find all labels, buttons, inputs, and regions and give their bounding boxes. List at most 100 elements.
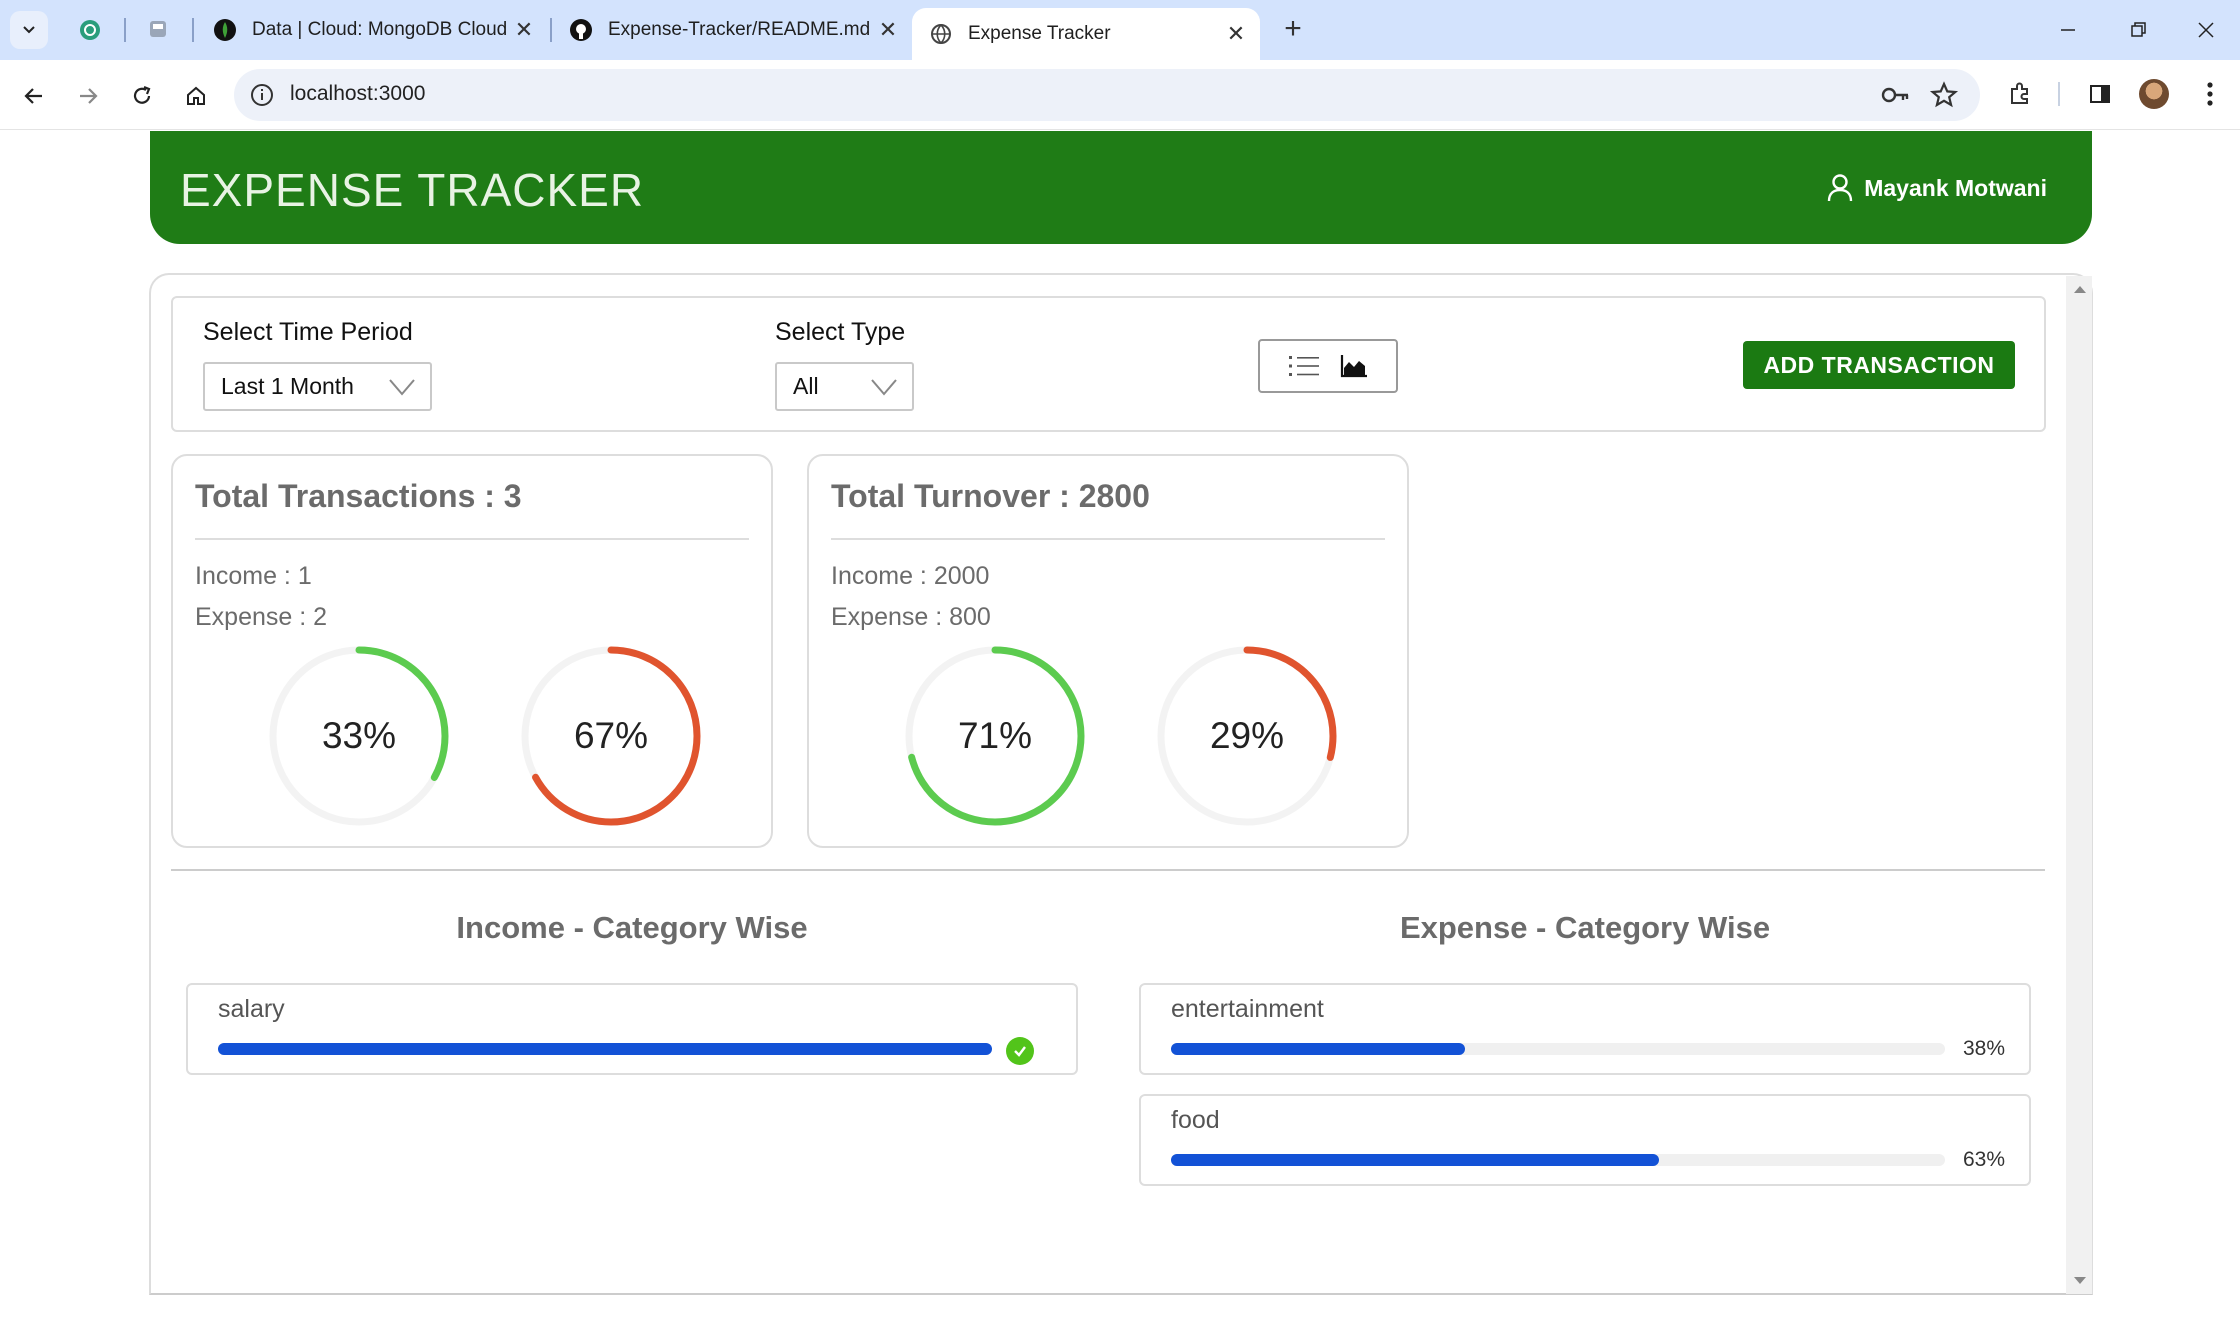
reload-button[interactable] <box>122 76 162 116</box>
filters-bar: Select Time Period Last 1 Month Select T… <box>171 296 2046 432</box>
close-icon[interactable]: ✕ <box>874 17 902 43</box>
close-icon[interactable]: ✕ <box>1222 21 1250 47</box>
chevron-down-icon <box>871 379 897 396</box>
income-count-ring: 33% <box>267 644 451 828</box>
progress-percent: 38% <box>1962 1037 2005 1060</box>
side-panel-icon <box>2090 85 2110 103</box>
card-divider <box>195 538 749 540</box>
pinned-tab-2[interactable] <box>142 14 174 46</box>
key-icon[interactable] <box>1880 81 1912 109</box>
total-turnover-title: Total Turnover : 2800 <box>831 478 1150 514</box>
scroll-down-arrow-icon[interactable] <box>2074 1277 2086 1284</box>
total-turnover-card: Total Turnover : 2800 Income : 2000 Expe… <box>807 454 1409 848</box>
expense-amount: Expense : 800 <box>831 603 991 631</box>
scroll-up-arrow-icon[interactable] <box>2074 286 2086 293</box>
site-info-icon[interactable] <box>248 81 276 109</box>
type-label: Select Type <box>775 318 906 346</box>
tab-mongodb[interactable]: Data | Cloud: MongoDB Cloud ✕ <box>196 8 548 52</box>
income-count: Income : 1 <box>195 562 312 590</box>
profile-button[interactable] <box>2134 74 2174 114</box>
star-icon[interactable] <box>1928 81 1960 109</box>
github-icon <box>568 17 594 43</box>
minimize-icon <box>2061 29 2075 31</box>
user-name: Mayank Motwani <box>1864 174 2047 201</box>
progress-track <box>1171 1154 1945 1166</box>
progress-fill <box>218 1043 992 1055</box>
home-button[interactable] <box>176 76 216 116</box>
user-icon <box>1828 174 1853 202</box>
income-turnover-percent: 71% <box>957 715 1033 756</box>
progress-track <box>218 1043 992 1055</box>
category-name: food <box>1171 1106 1220 1134</box>
tab-title: Expense Tracker <box>968 23 1111 44</box>
progress-fill <box>1171 1154 1659 1166</box>
category-name: salary <box>218 995 285 1023</box>
user-menu[interactable]: Mayank Motwani <box>1826 173 2047 203</box>
home-icon <box>187 86 205 105</box>
total-transactions-card: Total Transactions : 3 Income : 1 Expens… <box>171 454 773 848</box>
add-transaction-button[interactable]: ADD TRANSACTION <box>1743 341 2015 389</box>
time-period-select[interactable]: Last 1 Month <box>203 362 432 411</box>
side-panel-button[interactable] <box>2080 74 2120 114</box>
close-icon <box>2198 22 2214 38</box>
extensions-button[interactable] <box>2000 74 2040 114</box>
chevron-down-icon <box>23 26 35 34</box>
close-icon[interactable]: ✕ <box>510 17 538 43</box>
app-title: EXPENSE TRACKER <box>180 164 645 216</box>
arrow-left-icon <box>24 88 42 104</box>
type-select[interactable]: All <box>775 362 914 411</box>
address-bar[interactable]: localhost:3000 <box>234 69 1980 121</box>
new-tab-button[interactable]: + <box>1275 12 1311 48</box>
time-period-value: Last 1 Month <box>221 373 354 399</box>
expense-turnover-percent: 29% <box>1209 715 1285 756</box>
card-divider <box>831 538 1385 540</box>
expense-turnover-ring: 29% <box>1155 644 1339 828</box>
openai-icon <box>80 20 100 40</box>
tab-title: Expense-Tracker/README.md a <box>608 19 874 40</box>
expense-count-percent: 67% <box>573 715 649 756</box>
income-amount: Income : 2000 <box>831 562 990 590</box>
app-header: EXPENSE TRACKER Mayank Motwani <box>150 131 2092 244</box>
scrollbar[interactable] <box>2066 276 2092 1294</box>
income-count-percent: 33% <box>321 715 397 756</box>
tab-separator <box>192 18 194 42</box>
type-value: All <box>793 373 819 399</box>
menu-button[interactable] <box>2190 74 2230 114</box>
area-chart-icon[interactable] <box>1340 354 1368 378</box>
income-category-item: salary <box>186 983 1078 1075</box>
restore-icon <box>2131 22 2146 37</box>
tab-title: Data | Cloud: MongoDB Cloud <box>252 19 508 40</box>
browser-toolbar: localhost:3000 <box>0 60 2240 130</box>
chevron-down-icon <box>389 379 415 396</box>
globe-icon <box>928 21 954 47</box>
expense-count-ring: 67% <box>519 644 703 828</box>
category-name: entertainment <box>1171 995 1324 1023</box>
more-vertical-icon <box>2207 82 2213 106</box>
toolbar-separator <box>2058 82 2060 106</box>
expense-category-item: food 63% <box>1139 1094 2031 1186</box>
reload-icon <box>133 85 151 104</box>
expense-category-item: entertainment 38% <box>1139 983 2031 1075</box>
progress-track <box>1171 1043 1945 1055</box>
total-transactions-title: Total Transactions : 3 <box>195 478 522 514</box>
avatar <box>2139 79 2169 109</box>
close-window-button[interactable] <box>2186 12 2226 48</box>
tab-search-button[interactable] <box>10 11 48 49</box>
restore-button[interactable] <box>2118 12 2158 48</box>
back-button[interactable] <box>14 76 54 116</box>
pinned-tab-chatgpt[interactable] <box>74 14 106 46</box>
expense-count: Expense : 2 <box>195 603 328 631</box>
mongodb-leaf-icon <box>212 17 238 43</box>
view-toggle <box>1258 339 1398 393</box>
tab-github[interactable]: Expense-Tracker/README.md a ✕ <box>552 8 912 52</box>
forward-button[interactable] <box>68 76 108 116</box>
income-turnover-ring: 71% <box>903 644 1087 828</box>
puzzle-icon <box>2011 82 2028 104</box>
minimize-button[interactable] <box>2048 12 2088 48</box>
arrow-right-icon <box>80 88 98 104</box>
tab-expense-tracker[interactable]: Expense Tracker ✕ <box>912 8 1260 60</box>
progress-percent: 63% <box>1962 1148 2005 1171</box>
list-icon[interactable] <box>1288 354 1319 378</box>
browser-tab-strip: Data | Cloud: MongoDB Cloud ✕ Expense-Tr… <box>0 0 2240 60</box>
section-divider <box>171 869 2045 871</box>
